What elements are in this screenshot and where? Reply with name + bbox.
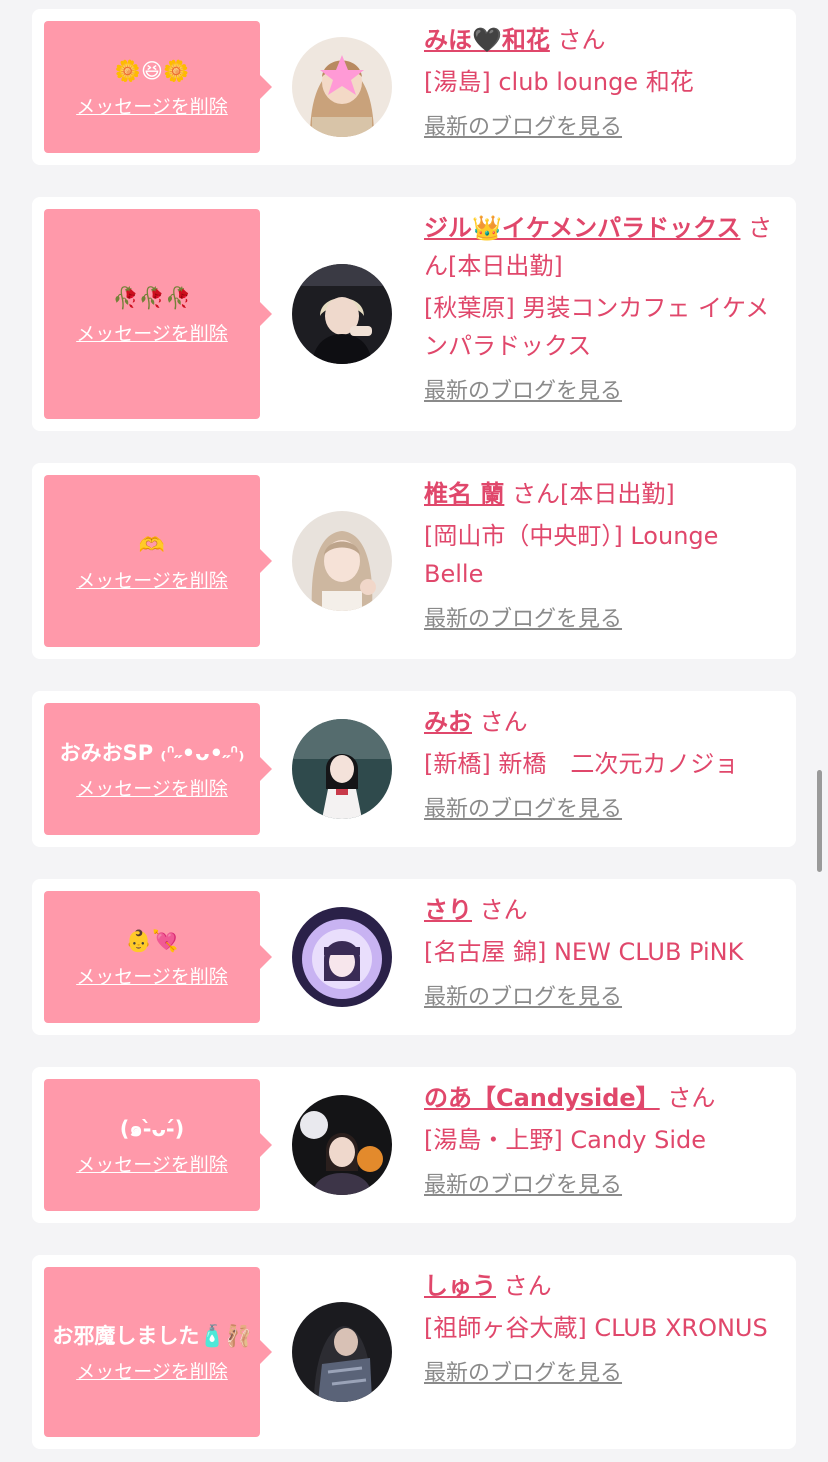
cast-info: のあ【Candyside】 さん [湯島・上野] Candy Side 最新のブ… [424, 1079, 774, 1201]
cast-name-link[interactable]: さり [424, 896, 472, 924]
honorific: さん [479, 708, 528, 736]
message-text: おみおSP ₍ᐢ˶•ᴗ•˶ᐢ₎ [59, 740, 245, 765]
honorific: さん [667, 1084, 716, 1112]
message-bubble: 🫶 メッセージを削除 [44, 475, 272, 647]
message-bubble: おみおSP ₍ᐢ˶•ᴗ•˶ᐢ₎ メッセージを削除 [44, 703, 272, 835]
latest-blog-link[interactable]: 最新のブログを見る [424, 377, 622, 407]
attendance-status: [本日出勤] [448, 252, 563, 280]
delete-message-button[interactable]: メッセージを削除 [76, 319, 228, 346]
message-bubble: 👶💘 メッセージを削除 [44, 891, 272, 1023]
avatar[interactable] [292, 264, 392, 364]
avatar[interactable] [292, 1302, 392, 1402]
cast-name-link[interactable]: しゅう [424, 1272, 496, 1300]
message-text: 🥀🥀🥀 [112, 285, 192, 310]
latest-blog-link[interactable]: 最新のブログを見る [424, 983, 622, 1013]
cast-info: ジル👑イケメンパラドックス さん[本日出勤] [秋葉原] 男装コンカフェ イケメ… [424, 209, 774, 407]
shop-info: [秋葉原] 男装コンカフェ イケメンパラドックス [424, 294, 770, 360]
cast-info: さり さん [名古屋 錦] NEW CLUB PiNK 最新のブログを見る [424, 891, 774, 1013]
cast-info: 椎名 蘭 さん[本日出勤] [岡山市（中央町）] Lounge Belle 最新… [424, 475, 774, 635]
delete-message-button[interactable]: メッセージを削除 [76, 774, 228, 801]
shop-info: [新橋] 新橋 二次元カノジョ [424, 750, 739, 778]
cast-name-link[interactable]: みお [424, 708, 472, 736]
cast-name-link[interactable]: のあ【Candyside】 [424, 1084, 660, 1112]
avatar[interactable] [292, 37, 392, 137]
message-text: お邪魔しました🧴🩰 [52, 1323, 252, 1348]
list-item: 🫶 メッセージを削除 椎名 蘭 さん[本日出勤] [岡山市（中央町）] Loun… [32, 463, 796, 659]
list-item: (๑-̀ᴗ-́) メッセージを削除 のあ【Candyside】 さん [湯島・上… [32, 1067, 796, 1223]
message-bubble: (๑-̀ᴗ-́) メッセージを削除 [44, 1079, 272, 1211]
shop-info: [岡山市（中央町）] Lounge Belle [424, 522, 719, 588]
latest-blog-link[interactable]: 最新のブログを見る [424, 795, 622, 825]
cast-info: しゅう さん [祖師ヶ谷大蔵] CLUB XRONUS 最新のブログを見る [424, 1267, 774, 1389]
cast-name-link[interactable]: ジル👑イケメンパラドックス [424, 214, 740, 242]
scrollbar[interactable] [817, 770, 822, 872]
message-text: (๑-̀ᴗ-́) [119, 1116, 185, 1141]
delete-message-button[interactable]: メッセージを削除 [76, 566, 228, 593]
honorific: さん [479, 896, 528, 924]
avatar[interactable] [292, 907, 392, 1007]
list-item: おみおSP ₍ᐢ˶•ᴗ•˶ᐢ₎ メッセージを削除 みお さん [新橋] 新橋 二… [32, 691, 796, 847]
cast-name-link[interactable]: 椎名 蘭 [424, 480, 504, 508]
message-text: 🌼😆🌼 [114, 58, 190, 83]
avatar[interactable] [292, 719, 392, 819]
message-bubble: お邪魔しました🧴🩰 メッセージを削除 [44, 1267, 272, 1437]
list-item: 🥀🥀🥀 メッセージを削除 ジル👑イケメンパラドックス さん[本日出勤] [秋葉原… [32, 197, 796, 431]
list-item: 👶💘 メッセージを削除 さり さん [名古屋 錦] NEW CLUB PiNK … [32, 879, 796, 1035]
honorific: さん [512, 480, 560, 508]
shop-info: [湯島・上野] Candy Side [424, 1126, 706, 1154]
delete-message-button[interactable]: メッセージを削除 [76, 962, 228, 989]
delete-message-button[interactable]: メッセージを削除 [76, 1357, 228, 1384]
cast-info: みお さん [新橋] 新橋 二次元カノジョ 最新のブログを見る [424, 703, 774, 825]
delete-message-button[interactable]: メッセージを削除 [76, 1150, 228, 1177]
avatar[interactable] [292, 511, 392, 611]
cast-name-link[interactable]: みほ🖤和花 [424, 26, 550, 54]
shop-info: [名古屋 錦] NEW CLUB PiNK [424, 938, 744, 966]
latest-blog-link[interactable]: 最新のブログを見る [424, 113, 622, 143]
list-item: お邪魔しました🧴🩰 メッセージを削除 しゅう さん [祖師ヶ谷大蔵] CLUB … [32, 1255, 796, 1449]
delete-message-button[interactable]: メッセージを削除 [76, 92, 228, 119]
message-bubble: 🌼😆🌼 メッセージを削除 [44, 21, 272, 153]
honorific: さん [557, 26, 606, 54]
shop-info: [湯島] club lounge 和花 [424, 68, 694, 96]
shop-info: [祖師ヶ谷大蔵] CLUB XRONUS [424, 1314, 768, 1342]
message-text: 👶💘 [125, 928, 179, 953]
list-item: 🌼😆🌼 メッセージを削除 みほ🖤和花 さん [湯島] club lounge 和… [32, 9, 796, 165]
latest-blog-link[interactable]: 最新のブログを見る [424, 1359, 622, 1389]
avatar[interactable] [292, 1095, 392, 1195]
message-text: 🫶 [138, 532, 166, 557]
latest-blog-link[interactable]: 最新のブログを見る [424, 1171, 622, 1201]
attendance-status: [本日出勤] [560, 480, 675, 508]
honorific: さん [503, 1272, 552, 1300]
cast-info: みほ🖤和花 さん [湯島] club lounge 和花 最新のブログを見る [424, 21, 774, 143]
message-bubble: 🥀🥀🥀 メッセージを削除 [44, 209, 272, 419]
latest-blog-link[interactable]: 最新のブログを見る [424, 605, 622, 635]
